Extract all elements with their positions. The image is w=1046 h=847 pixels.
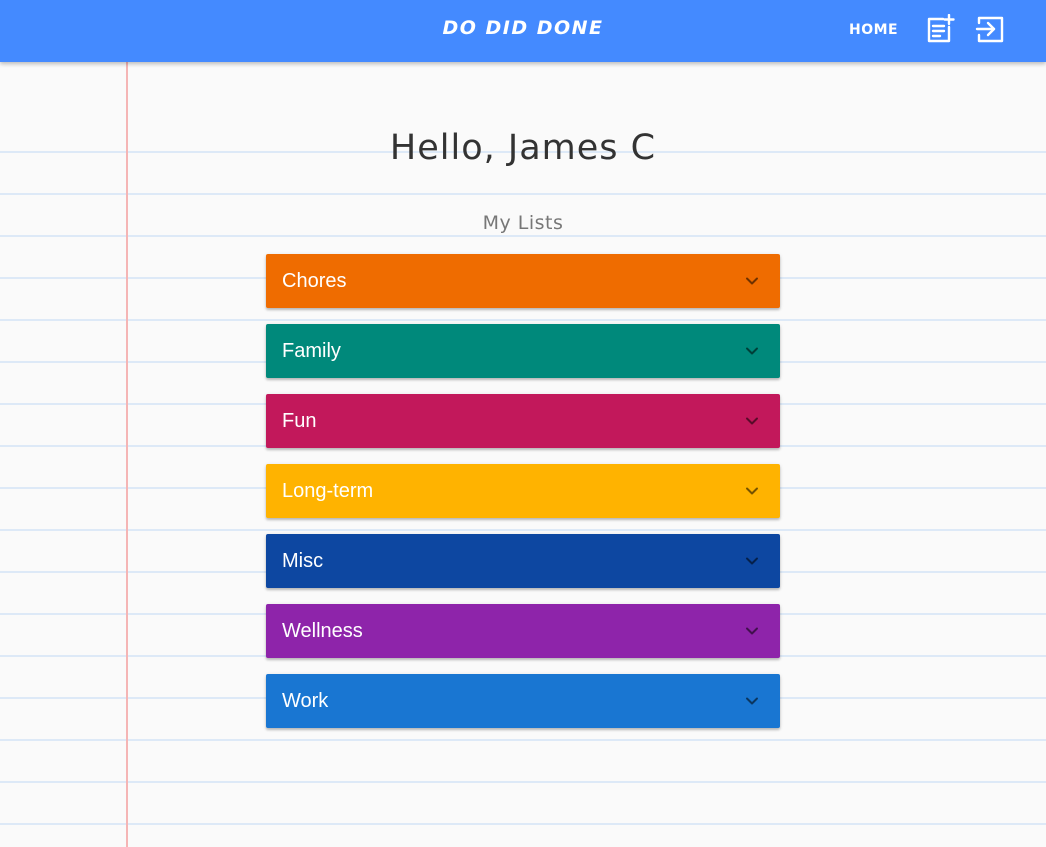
list-item-label: Wellness [282,620,363,642]
paper-rule-line [0,781,1046,783]
home-link[interactable]: HOME [849,22,898,38]
chevron-down-icon[interactable] [744,483,760,499]
note-add-icon[interactable] [925,14,955,44]
list-item-label: Fun [282,410,317,432]
paper-rule-line [0,193,1046,195]
chevron-down-icon[interactable] [744,623,760,639]
greeting-heading: Hello, James C [389,128,657,168]
list-item-chores[interactable]: Chores [266,254,780,308]
chevron-down-icon[interactable] [744,273,760,289]
list-item-label: Chores [282,270,347,292]
list-item-family[interactable]: Family [266,324,780,378]
list-item-fun[interactable]: Fun [266,394,780,448]
paper-rule-line [0,235,1046,237]
list-item-label: Misc [282,550,324,572]
exit-icon[interactable] [975,14,1005,44]
list-item-work[interactable]: Work [266,674,780,728]
chevron-down-icon[interactable] [744,693,760,709]
list-item-long-term[interactable]: Long-term [266,464,780,518]
my-lists-subtitle: My Lists [482,212,564,234]
paper-rule-line [0,823,1046,825]
chevron-down-icon[interactable] [744,553,760,569]
list-item-misc[interactable]: Misc [266,534,780,588]
chevron-down-icon[interactable] [744,413,760,429]
list-item-label: Long-term [282,480,374,502]
list-item-wellness[interactable]: Wellness [266,604,780,658]
list-item-label: Family [282,340,341,362]
app-bar: DO DID DONE HOME [0,0,1046,62]
list-item-label: Work [282,690,329,712]
chevron-down-icon[interactable] [744,343,760,359]
lists-container: Chores Family Fun Long-term Misc Wellnes… [266,254,780,744]
